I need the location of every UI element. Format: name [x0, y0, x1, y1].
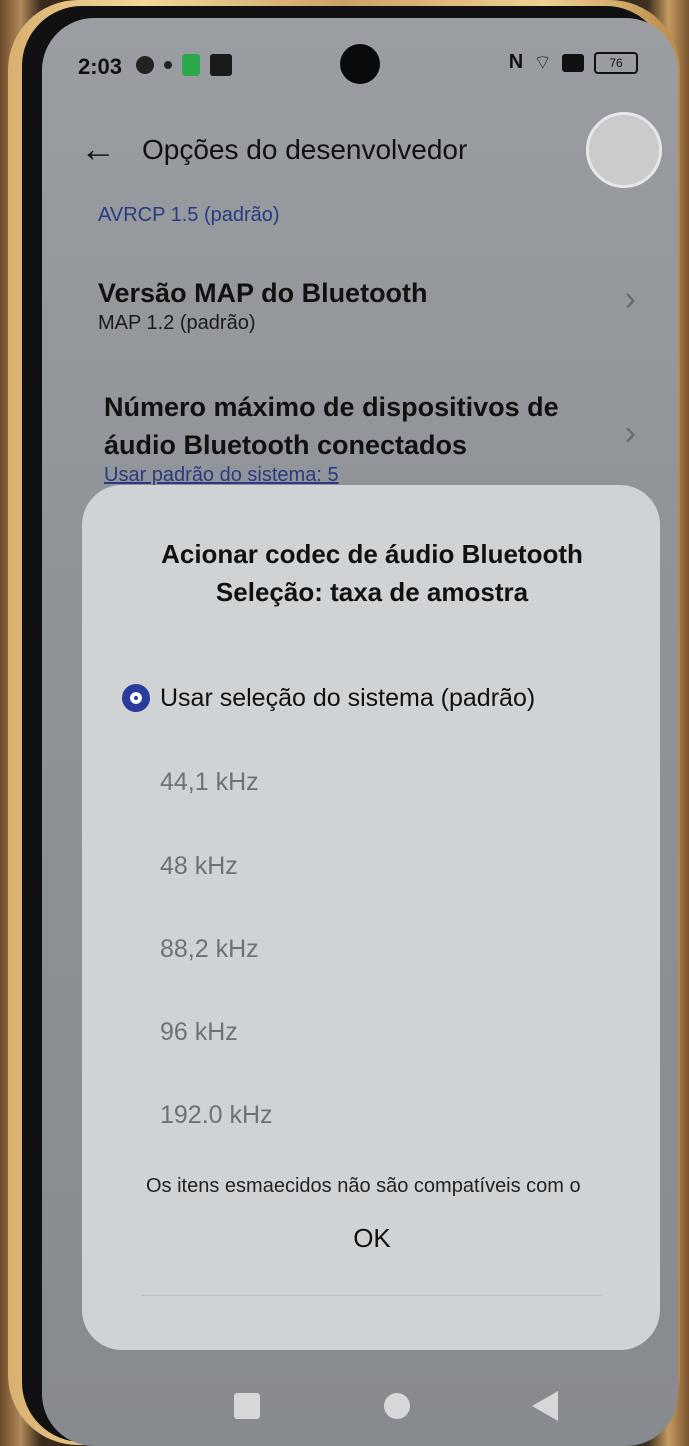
steering-wheel-icon	[136, 56, 154, 74]
chevron-right-icon: ›	[624, 280, 636, 318]
option-label: 44,1 kHz	[160, 767, 259, 796]
sample-rate-dialog: Acionar codec de áudio Bluetooth Seleção…	[82, 485, 660, 1350]
radio-empty-icon	[122, 1018, 150, 1046]
status-icons-left	[136, 54, 232, 76]
setting-title-line2: áudio Bluetooth conectados	[104, 430, 468, 460]
dialog-title-line2: Seleção: taxa de amostra	[215, 577, 529, 607]
phone-bezel: 2:03 N ⌔ 76 ← Opções do desenvolvedor AV…	[22, 6, 678, 1446]
ok-button[interactable]: OK	[312, 1213, 432, 1263]
option-label: 96 kHz	[160, 1017, 238, 1046]
option-label: 88,2 kHz	[160, 934, 259, 963]
dialog-divider	[142, 1295, 602, 1296]
radio-empty-icon	[122, 852, 150, 880]
home-icon[interactable]	[384, 1393, 410, 1419]
setting-map-version[interactable]: Versão MAP do Bluetooth MAP 1.2 (padrão)	[98, 274, 598, 335]
option-48-khz: 48 kHz	[122, 841, 602, 891]
xbox-icon	[562, 53, 584, 72]
front-camera	[340, 44, 380, 84]
back-arrow-icon[interactable]: ←	[80, 128, 116, 170]
setting-title-line1: Número máximo de dispositivos de	[104, 392, 559, 422]
battery-icon: 76	[594, 51, 638, 74]
status-clock: 2:03	[78, 54, 123, 79]
setting-avrcp-version[interactable]: AVRCP 1.5 (padrão)	[98, 204, 598, 227]
app-header: ← Opções do desenvolvedor	[42, 112, 678, 188]
wifi-icon: ⌔	[533, 52, 552, 74]
page-title: Opções do desenvolvedor	[142, 134, 468, 165]
option-label: Usar seleção do sistema (padrão)	[160, 683, 536, 712]
green-app-icon	[182, 54, 200, 76]
phone-screen: 2:03 N ⌔ 76 ← Opções do desenvolvedor AV…	[42, 18, 678, 1446]
status-icons-right: N ⌔ 76	[509, 50, 638, 75]
floating-assist-ball[interactable]	[586, 112, 662, 188]
nfc-icon: N	[508, 51, 524, 73]
setting-subtitle: AVRCP 1.5 (padrão)	[98, 204, 280, 226]
option-label: 48 kHz	[160, 851, 238, 880]
option-192-khz: 192.0 kHz	[122, 1090, 602, 1140]
option-88-2-khz: 88,2 kHz	[122, 924, 602, 974]
radio-empty-icon	[122, 1101, 150, 1129]
dialog-title-line1: Acionar codec de áudio Bluetooth	[161, 539, 583, 569]
radio-selected-icon[interactable]	[122, 684, 150, 712]
radio-empty-icon	[122, 935, 150, 963]
notification-dot-icon	[164, 61, 172, 69]
option-label: 192.0 kHz	[160, 1100, 273, 1129]
setting-title: Versão MAP do Bluetooth	[98, 278, 428, 308]
setting-subtitle: Usar padrão do sistema: 5	[104, 464, 339, 486]
app-icon	[210, 54, 232, 76]
status-bar: 2:03 N ⌔ 76	[42, 18, 678, 98]
option-system-default[interactable]: Usar seleção do sistema (padrão)	[122, 673, 602, 723]
dialog-title: Acionar codec de áudio Bluetooth Seleção…	[112, 535, 632, 611]
recent-apps-icon[interactable]	[234, 1393, 260, 1419]
option-96-khz: 96 kHz	[122, 1007, 602, 1057]
navigation-bar	[42, 1373, 678, 1433]
option-44-1-khz: 44,1 kHz	[122, 757, 602, 807]
radio-empty-icon	[122, 768, 150, 796]
back-triangle-icon[interactable]	[532, 1391, 558, 1421]
setting-subtitle: MAP 1.2 (padrão)	[98, 312, 256, 334]
dialog-note: Os itens esmaecidos não são compatíveis …	[146, 1175, 581, 1197]
chevron-right-icon: ›	[624, 414, 636, 452]
setting-max-bt-devices[interactable]: Número máximo de dispositivos de áudio B…	[104, 388, 604, 487]
